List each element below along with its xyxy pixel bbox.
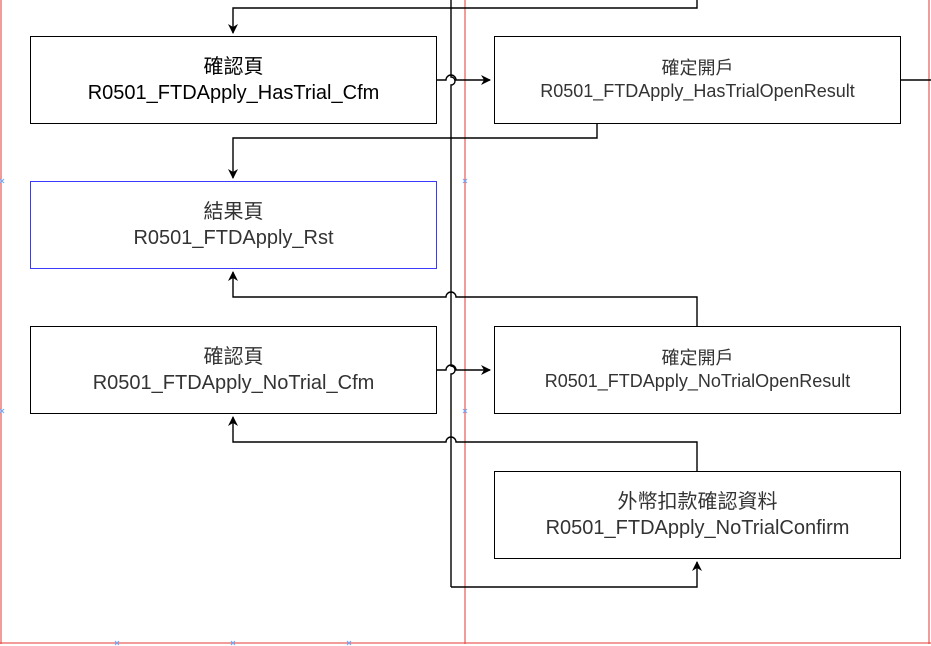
node-has-trial-cfm[interactable]: 確認頁 R0501_FTDApply_HasTrial_Cfm (30, 36, 437, 124)
node-title: 外幣扣款確認資料 (617, 491, 778, 513)
node-id: R0501_FTDApply_HasTrial_Cfm (87, 82, 380, 104)
node-title: 確認頁 (203, 346, 264, 368)
connector-has-trial-open-result-to-rst[interactable] (228, 124, 598, 179)
node-id: R0501_FTDApply_NoTrial_Cfm (92, 372, 375, 394)
node-id: R0501_FTDApply_NoTrialConfirm (545, 517, 850, 539)
node-title: 確認頁 (203, 56, 264, 78)
node-rst[interactable]: 結果頁 R0501_FTDApply_Rst (30, 181, 437, 269)
node-id: R0501_FTDApply_HasTrialOpenResult (540, 81, 855, 101)
connector-trunk-to-no-trial-confirm[interactable] (451, 561, 702, 588)
node-has-trial-open-result[interactable]: 確定開戶 R0501_FTDApply_HasTrialOpenResult (494, 36, 901, 124)
node-no-trial-cfm[interactable]: 確認頁 R0501_FTDApply_NoTrial_Cfm (30, 326, 437, 414)
node-title: 確定開戶 (661, 57, 734, 78)
node-no-trial-open-result[interactable]: 確定開戶 R0501_FTDApply_NoTrialOpenResult (494, 326, 901, 414)
connector-no-trial-cfm-to-open-result[interactable] (437, 364, 491, 375)
node-id: R0501_FTDApply_Rst (133, 227, 334, 249)
node-title: 結果頁 (203, 201, 264, 223)
node-id: R0501_FTDApply_NoTrialOpenResult (544, 371, 851, 391)
connector-has-trial-cfm-to-open-result[interactable] (437, 74, 491, 85)
node-title: 確定開戶 (661, 347, 734, 368)
node-no-trial-confirm[interactable]: 外幣扣款確認資料 R0501_FTDApply_NoTrialConfirm (494, 471, 901, 559)
